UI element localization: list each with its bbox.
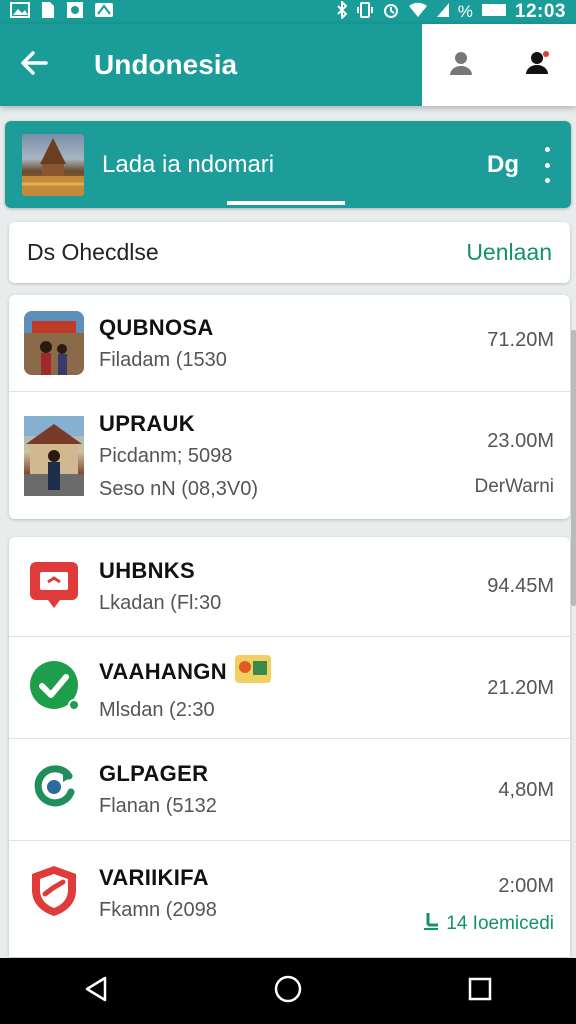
green-refresh-icon <box>29 762 79 817</box>
nav-recents-button[interactable] <box>450 961 510 1021</box>
back-triangle-icon <box>83 975 109 1008</box>
section-header-card: Ds Ohecdlse Uenlaan <box>9 222 570 283</box>
status-left-icons <box>10 1 114 24</box>
download-icon <box>422 911 440 937</box>
tab-indicator <box>227 201 345 205</box>
green-check-icon <box>28 659 80 716</box>
item-size: 2:00M <box>498 875 554 897</box>
list-item[interactable]: GLPAGER Flanan (5132 4,80M <box>9 739 570 841</box>
back-button[interactable] <box>0 24 68 106</box>
vibrate-icon <box>356 1 374 24</box>
banner-right-label[interactable]: Dg <box>487 151 519 179</box>
notification-person-icon <box>523 48 553 83</box>
banner-thumbnail <box>22 133 84 196</box>
list-item[interactable]: VARIIKIFA Fkamn (2098 2:00M 14 Ioemicedi <box>9 841 570 945</box>
photo-thumb <box>24 415 84 496</box>
item-subtitle: Mlsdan (2:30 <box>99 699 215 721</box>
item-size: 94.45M <box>487 575 554 597</box>
wifi-icon <box>408 2 428 23</box>
banner-card[interactable]: Lada ia ndomari Dg <box>5 121 571 208</box>
arrow-left-icon <box>19 48 49 83</box>
list-item[interactable]: UHBNKS Lkadan (Fl:30 94.45M <box>9 537 570 637</box>
app-bar: Undonesia <box>0 24 576 106</box>
gallery-icon <box>66 1 84 24</box>
section-title: Ds Ohecdlse <box>27 239 159 265</box>
item-size: 21.20M <box>487 677 554 699</box>
alarm-icon <box>382 1 400 24</box>
item-extra: DerWarni <box>474 476 554 497</box>
home-circle-icon <box>273 974 303 1009</box>
list-card-2: UHBNKS Lkadan (Fl:30 94.45M VAAHANGN Mls… <box>9 537 570 957</box>
item-size: 23.00M <box>487 430 554 452</box>
status-right-icons: % 12:03 <box>336 0 566 24</box>
sticker-icon <box>233 653 273 691</box>
bluetooth-icon <box>336 0 348 24</box>
nav-back-button[interactable] <box>66 961 126 1021</box>
clock: 12:03 <box>514 1 566 22</box>
nav-home-button[interactable] <box>258 961 318 1021</box>
more-vert-icon[interactable] <box>537 147 557 183</box>
map-icon <box>94 2 114 23</box>
red-shield-icon <box>29 864 79 923</box>
system-nav-bar <box>0 958 576 1024</box>
list-card-1: QUBNOSA Filadam (1530 71.20M UPRAUK Picd… <box>9 295 570 519</box>
item-title: VAAHANGN <box>99 659 227 684</box>
account-button[interactable] <box>431 35 491 95</box>
battery-icon <box>481 2 507 22</box>
recents-square-icon <box>467 976 493 1007</box>
scrollbar[interactable] <box>571 330 576 606</box>
list-item[interactable]: VAAHANGN Mlsdan (2:30 21.20M <box>9 637 570 739</box>
notification-person-button[interactable] <box>508 35 568 95</box>
account-icon <box>447 49 475 82</box>
item-size: 4,80M <box>498 779 554 801</box>
page-title: Undonesia <box>94 49 238 80</box>
photo-thumb <box>24 311 84 375</box>
signal-icon <box>436 2 450 23</box>
status-bar: % 12:03 <box>0 0 576 24</box>
list-item[interactable]: QUBNOSA Filadam (1530 71.20M <box>9 295 570 392</box>
list-item[interactable]: UPRAUK Picdanm; 5098 Seso nN (08,3V0) 23… <box>9 392 570 519</box>
image-icon <box>10 1 30 23</box>
red-chat-icon <box>28 558 80 615</box>
appbar-actions <box>422 24 576 106</box>
battery-percent: % <box>457 2 473 21</box>
item-extra[interactable]: 14 Ioemicedi <box>422 911 554 937</box>
file-icon <box>40 1 56 24</box>
banner-title: Lada ia ndomari <box>102 150 275 178</box>
section-link[interactable]: Uenlaan <box>466 239 552 266</box>
item-extra-label: 14 Ioemicedi <box>446 913 554 934</box>
item-size: 71.20M <box>487 329 554 351</box>
